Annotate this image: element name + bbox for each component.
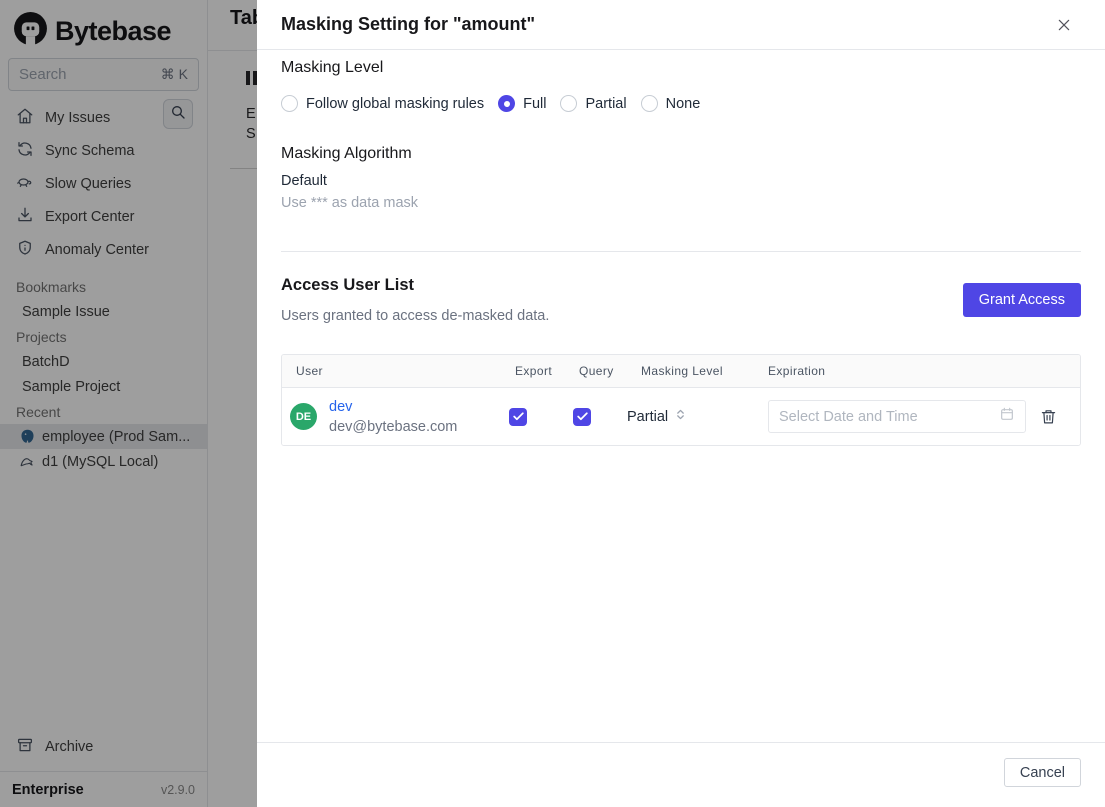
radio-follow-global[interactable]: Follow global masking rules	[281, 95, 484, 112]
radio-icon[interactable]	[281, 95, 298, 112]
masking-level-select[interactable]: Partial	[627, 408, 754, 425]
masking-algorithm-heading: Masking Algorithm	[281, 145, 412, 162]
radio-label: Follow global masking rules	[306, 95, 485, 112]
masking-level-heading: Masking Level	[281, 59, 384, 76]
algorithm-description: Use *** as data mask	[281, 195, 419, 211]
modal-footer: Cancel	[257, 742, 1105, 807]
radio-label: Partial	[585, 95, 627, 112]
radio-label: Full	[523, 95, 547, 112]
query-checkbox[interactable]	[573, 407, 591, 426]
trash-icon[interactable]	[1040, 408, 1057, 425]
export-checkbox[interactable]	[509, 407, 527, 426]
query-cell	[565, 407, 627, 426]
modal-title: Masking Setting for "amount"	[281, 14, 536, 34]
radio-icon[interactable]	[560, 95, 578, 112]
access-user-list-heading: Access User List	[281, 276, 414, 294]
masking-level-cell: Partial	[627, 408, 754, 425]
export-cell	[501, 407, 565, 426]
access-user-table: User Export Query Masking Level Expirati…	[281, 354, 1081, 446]
table-row: DE dev dev@bytebase.com Partial Select D…	[282, 388, 1080, 445]
radio-full[interactable]: Full	[498, 95, 546, 112]
column-header-query: Query	[579, 364, 614, 378]
user-email: dev@bytebase.com	[329, 418, 458, 435]
access-user-list-subtitle: Users granted to access de-masked data.	[281, 308, 550, 324]
column-header-expiration: Expiration	[768, 364, 826, 378]
chevron-up-down-icon	[674, 408, 687, 425]
column-header-masking-level: Masking Level	[641, 364, 723, 378]
calendar-icon	[999, 406, 1015, 427]
column-header-user: User	[296, 364, 323, 378]
user-identity: dev dev@bytebase.com	[329, 397, 457, 437]
expiration-date-input[interactable]	[779, 408, 999, 425]
column-header-export: Export	[515, 364, 553, 378]
section-divider	[281, 251, 1081, 252]
radio-none[interactable]: None	[640, 95, 701, 112]
avatar: DE	[290, 403, 317, 430]
close-icon[interactable]	[1051, 12, 1077, 38]
cancel-button[interactable]: Cancel	[1003, 758, 1081, 787]
radio-label: None	[665, 95, 701, 112]
radio-partial[interactable]: Partial	[560, 95, 627, 112]
user-name-link[interactable]: dev	[329, 397, 457, 417]
user-cell: DE dev dev@bytebase.com	[282, 397, 501, 437]
expiration-cell	[754, 400, 1080, 433]
masking-level-value: Partial	[627, 408, 669, 425]
grant-access-button[interactable]: Grant Access	[962, 283, 1081, 317]
masking-level-radio-group: Follow global masking rules Full Partial…	[281, 95, 700, 112]
algorithm-name: Default	[281, 173, 327, 189]
table-header-row: User Export Query Masking Level Expirati…	[282, 355, 1080, 388]
radio-icon[interactable]	[640, 95, 658, 112]
expiration-date-field[interactable]	[768, 400, 1026, 433]
radio-checked-icon[interactable]	[498, 95, 516, 112]
masking-setting-modal: Masking Setting for "amount" Masking Lev…	[257, 0, 1105, 807]
modal-header: Masking Setting for "amount"	[257, 0, 1105, 50]
app-window: Bytebase ⌘ K My Issues Sync Schema	[0, 0, 1105, 807]
